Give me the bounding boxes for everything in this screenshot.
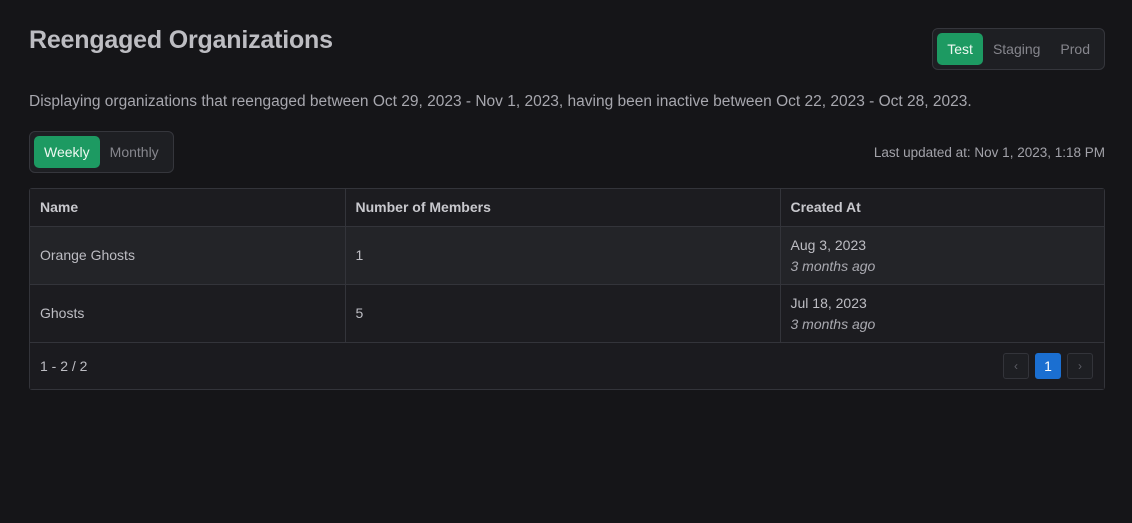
period-option-monthly[interactable]: Monthly (100, 136, 169, 168)
page-title: Reengaged Organizations (29, 26, 333, 54)
table-row[interactable]: Orange Ghosts 1 Aug 3, 2023 3 months ago (30, 226, 1104, 285)
table-header-row: Name Number of Members Created At (30, 189, 1104, 227)
cell-created-at: Aug 3, 2023 3 months ago (780, 226, 1104, 285)
pagination-range: 1 - 2 / 2 (40, 357, 88, 374)
cell-name: Orange Ghosts (30, 226, 346, 285)
table-row[interactable]: Ghosts 5 Jul 18, 2023 3 months ago (30, 284, 1104, 343)
page-description: Displaying organizations that reengaged … (29, 93, 972, 110)
environment-switcher: Test Staging Prod (932, 28, 1105, 70)
last-updated-text: Last updated at: Nov 1, 2023, 1:18 PM (873, 145, 1105, 160)
chevron-left-icon: ‹ (1014, 358, 1018, 373)
cell-name: Ghosts (30, 284, 346, 343)
table-footer: 1 - 2 / 2 ‹ 1 › (30, 342, 1104, 389)
organizations-table: Name Number of Members Created At Orange… (29, 188, 1105, 390)
column-header-members[interactable]: Number of Members (345, 189, 781, 227)
pagination: ‹ 1 › (1003, 352, 1093, 379)
env-option-staging[interactable]: Staging (983, 33, 1050, 65)
chevron-right-icon: › (1078, 358, 1082, 373)
created-date: Jul 18, 2023 (790, 294, 867, 311)
page-button-current[interactable]: 1 (1035, 352, 1061, 379)
cell-members: 5 (345, 284, 781, 343)
column-header-name[interactable]: Name (30, 189, 346, 227)
cell-members: 1 (345, 226, 781, 285)
header: Reengaged Organizations Test Staging Pro… (29, 0, 1105, 84)
next-page-button[interactable]: › (1067, 352, 1093, 379)
column-header-created-at[interactable]: Created At (780, 189, 1104, 227)
created-relative: 3 months ago (790, 257, 876, 274)
period-toggle: Weekly Monthly (29, 131, 174, 173)
created-relative: 3 months ago (790, 315, 876, 332)
prev-page-button[interactable]: ‹ (1003, 352, 1029, 379)
cell-created-at: Jul 18, 2023 3 months ago (780, 284, 1104, 343)
created-date: Aug 3, 2023 (790, 236, 867, 253)
env-option-prod[interactable]: Prod (1050, 33, 1100, 65)
env-option-test[interactable]: Test (937, 33, 983, 65)
period-option-weekly[interactable]: Weekly (34, 136, 100, 168)
